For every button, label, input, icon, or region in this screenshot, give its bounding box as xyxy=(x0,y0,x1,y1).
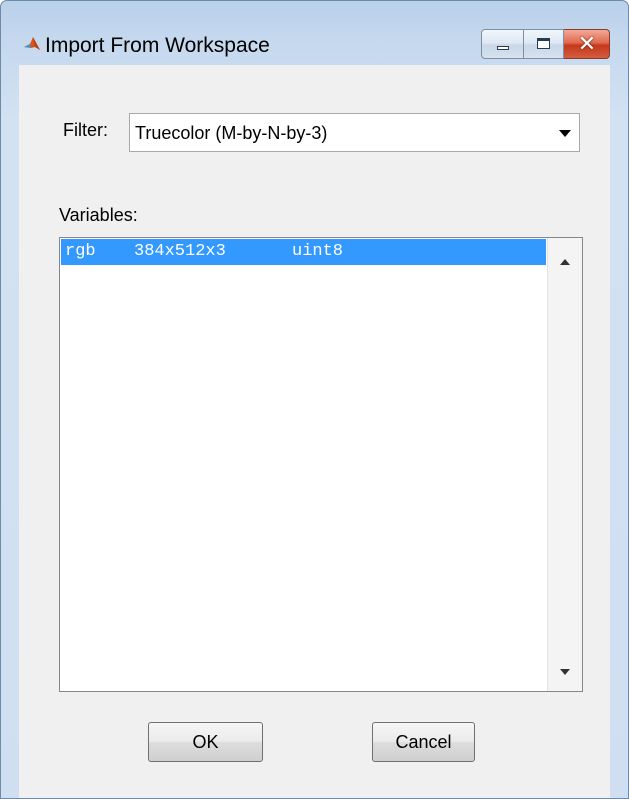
close-icon: ✕ xyxy=(577,32,597,57)
chevron-down-icon[interactable] xyxy=(559,130,571,137)
variables-label: Variables: xyxy=(59,205,138,225)
maximize-icon xyxy=(537,38,550,49)
list-item[interactable]: rgb 384x512x3 uint8 xyxy=(61,239,546,265)
window-controls: ✕ xyxy=(481,29,610,59)
cancel-button[interactable]: Cancel xyxy=(372,722,475,762)
variable-name: rgb xyxy=(65,242,96,261)
matlab-logo-icon xyxy=(24,37,40,50)
variable-size: 384x512x3 xyxy=(134,242,226,261)
dialog-window: Import From Workspace ✕ Filter: Truecolo… xyxy=(0,0,629,799)
close-button[interactable]: ✕ xyxy=(564,29,610,59)
scroll-up-arrow-icon[interactable] xyxy=(560,259,570,265)
window-title: Import From Workspace xyxy=(45,34,270,57)
filter-selected-value: Truecolor (M-by-N-by-3) xyxy=(135,123,328,143)
filter-label: Filter: xyxy=(63,120,108,140)
ok-button[interactable]: OK xyxy=(148,722,263,762)
variables-list[interactable]: rgb 384x512x3 uint8 xyxy=(59,237,583,692)
title-bar[interactable]: Import From Workspace ✕ xyxy=(1,1,628,59)
maximize-button[interactable] xyxy=(524,29,564,59)
vertical-scrollbar[interactable] xyxy=(547,238,582,691)
filter-dropdown[interactable]: Truecolor (M-by-N-by-3) xyxy=(129,113,580,152)
variable-class: uint8 xyxy=(292,242,344,261)
dialog-body: Filter: Truecolor (M-by-N-by-3) Variable… xyxy=(19,65,610,798)
minimize-icon xyxy=(497,46,509,50)
minimize-button[interactable] xyxy=(481,29,524,59)
scroll-down-arrow-icon[interactable] xyxy=(560,669,570,675)
